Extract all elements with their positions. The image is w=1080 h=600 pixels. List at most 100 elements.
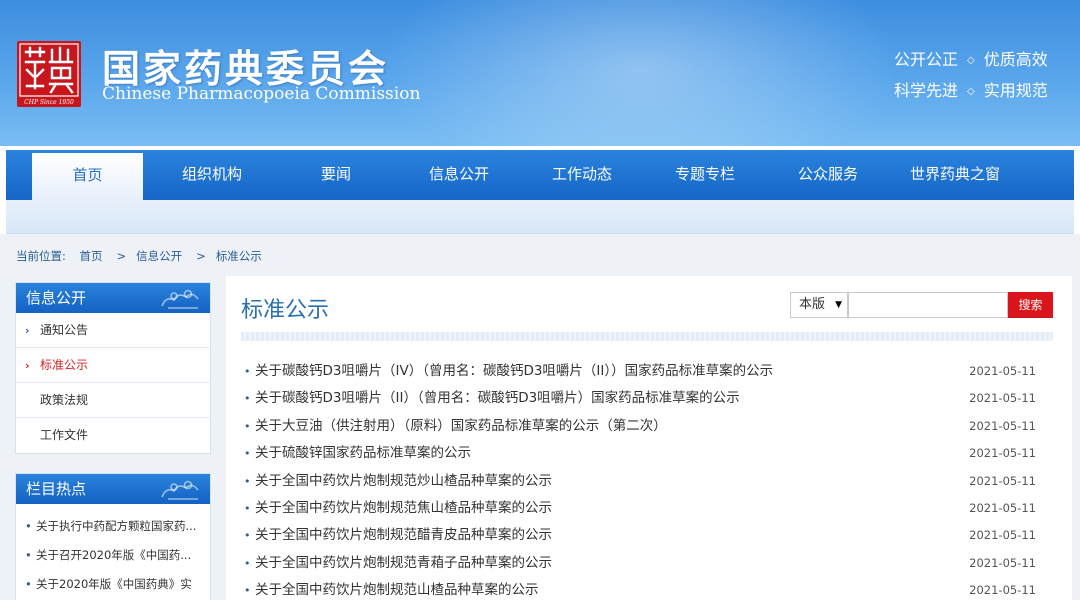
nav-bar: 首页 组织机构 要闻 信息公开 工作动态 专题专栏 公众服务 世界药典之窗 <box>6 150 1074 200</box>
bullet-icon: • <box>25 519 32 533</box>
sidebar-item-work-documents[interactable]: 工作文件 <box>16 418 210 453</box>
sidebar-item-standard-notices[interactable]: › 标准公示 <box>16 348 210 383</box>
notice-link[interactable]: 关于大豆油（供注射用）（原料）国家药品标准草案的公示（第二次） <box>255 418 667 434</box>
breadcrumb-home[interactable]: 首页 <box>80 249 103 263</box>
breadcrumb-separator: > <box>116 249 127 263</box>
hot-topic-text: 关于执行中药配方颗粒国家药... <box>36 519 197 533</box>
motto-text: 优质高效 <box>983 50 1048 69</box>
notice-date: 2021-05-11 <box>969 555 1036 570</box>
breadcrumb-label: 当前位置: <box>16 249 66 263</box>
nav-item-special-topics[interactable]: 专题专栏 <box>651 150 759 200</box>
bullet-icon: • <box>244 529 251 543</box>
notice-link[interactable]: 关于碳酸钙D3咀嚼片（IV）（曾用名：碳酸钙D3咀嚼片（II））国家药品标准草案… <box>255 363 773 379</box>
list-item: • 关于大豆油（供注射用）（原料）国家药品标准草案的公示（第二次） 2021-05-… <box>241 413 1053 440</box>
notice-link[interactable]: 关于全国中药饮片炮制规范炒山楂品种草案的公示 <box>255 473 552 489</box>
sidebar-item-label: 政策法规 <box>40 393 89 407</box>
nav-item-home[interactable]: 首页 <box>32 153 143 200</box>
list-item: • 关于硫酸锌国家药品标准草案的公示 2021-05-11 <box>241 440 1053 467</box>
notice-date: 2021-05-11 <box>969 473 1036 488</box>
sidebar-item-policies[interactable]: 政策法规 <box>16 383 210 418</box>
cloud-ornament-icon <box>161 480 199 500</box>
site-subtitle: Chinese Pharmacopoeia Commission <box>102 84 421 104</box>
list-item: • 关于全国中药饮片炮制规范焦山楂品种草案的公示 2021-05-11 <box>241 495 1053 522</box>
hot-topic-item[interactable]: • 关于2020年版《中国药典》实 <box>16 570 210 599</box>
list-item: • 关于全国中药饮片炮制规范山楂品种草案的公示 2021-05-11 <box>241 577 1053 600</box>
search-button[interactable]: 搜索 <box>1008 292 1053 318</box>
sidebar-heading: 信息公开 <box>16 283 210 313</box>
notice-list: • 关于碳酸钙D3咀嚼片（IV）（曾用名：碳酸钙D3咀嚼片（II））国家药品标准草… <box>241 358 1053 600</box>
diamond-icon: ◇ <box>967 55 975 66</box>
page-title: 标准公示 <box>241 298 330 323</box>
notice-date: 2021-05-11 <box>969 364 1036 378</box>
pharmacopoeia-seal-logo[interactable]: CHP Since 1950 <box>16 40 82 108</box>
sidebar-item-label: 工作文件 <box>40 428 89 442</box>
cloud-ornament-icon <box>161 289 199 309</box>
sidebar-heading: 栏目热点 <box>16 474 210 504</box>
nav-item-work-updates[interactable]: 工作动态 <box>528 150 636 200</box>
nav-item-world-pharmacopoeia[interactable]: 世界药典之窗 <box>890 150 1020 200</box>
list-item: • 关于碳酸钙D3咀嚼片（IV）（曾用名：碳酸钙D3咀嚼片（II））国家药品标准草… <box>241 358 1053 385</box>
breadcrumb-separator: > <box>196 249 206 263</box>
list-item: • 关于全国中药饮片炮制规范青葙子品种草案的公示 2021-05-11 <box>241 550 1053 577</box>
bullet-icon: • <box>244 474 251 488</box>
notice-date: 2021-05-11 <box>969 418 1036 433</box>
bullet-icon: • <box>244 556 251 570</box>
list-item: • 关于全国中药饮片炮制规范炒山楂品种草案的公示 2021-05-11 <box>241 468 1053 495</box>
notice-link[interactable]: 关于全国中药饮片炮制规范山楂品种草案的公示 <box>255 582 539 598</box>
hot-topic-text: 关于2020年版《中国药典》实 <box>36 577 192 591</box>
nav-item-news[interactable]: 要闻 <box>282 150 390 200</box>
notice-date: 2021-05-11 <box>969 391 1036 406</box>
diamond-icon: ◇ <box>967 86 975 97</box>
bullet-icon: • <box>244 501 251 515</box>
sidebar-info-disclosure: 信息公开 › 通知公告 › 标准公示 政策法规 工作文件 <box>15 282 211 454</box>
breadcrumb: 当前位置: 首页 > 信息公开 > 标准公示 <box>16 248 272 264</box>
hot-topics-list: • 关于执行中药配方颗粒国家药... • 关于召开2020年版《中国药... • 关于… <box>16 504 210 599</box>
notice-link[interactable]: 关于全国中药饮片炮制规范焦山楂品种草案的公示 <box>255 500 552 516</box>
nav-item-info-disclosure[interactable]: 信息公开 <box>405 150 513 200</box>
svg-text:CHP Since 1950: CHP Since 1950 <box>24 99 74 106</box>
search-scope-value: 本版 <box>799 297 826 312</box>
notice-date: 2021-05-11 <box>969 528 1036 543</box>
header-glow <box>380 0 900 146</box>
nav-item-organization[interactable]: 组织机构 <box>158 150 266 200</box>
sidebar-item-label: 标准公示 <box>40 358 89 372</box>
title-divider <box>241 332 1053 341</box>
main-navigation: 首页 组织机构 要闻 信息公开 工作动态 专题专栏 公众服务 世界药典之窗 <box>0 146 1080 234</box>
list-item: • 关于全国中药饮片炮制规范醋青皮品种草案的公示 2021-05-11 <box>241 522 1053 549</box>
notice-link[interactable]: 关于全国中药饮片炮制规范醋青皮品种草案的公示 <box>255 527 552 543</box>
notice-date: 2021-05-11 <box>969 446 1036 461</box>
bullet-icon: • <box>244 365 251 378</box>
notice-date: 2021-05-11 <box>969 583 1036 598</box>
motto-row-1: 公开公正 ◇ 优质高效 <box>894 46 1048 70</box>
chevron-right-icon: › <box>25 359 30 372</box>
bullet-icon: • <box>244 392 251 406</box>
caret-down-icon: ▼ <box>835 300 842 310</box>
sidebar-heading-text: 信息公开 <box>26 289 87 307</box>
sub-navigation-bar <box>6 200 1074 234</box>
bullet-icon: • <box>244 447 251 461</box>
bullet-icon: • <box>25 548 32 562</box>
list-item: • 关于碳酸钙D3咀嚼片（II）（曾用名：碳酸钙D3咀嚼片）国家药品标准草案的公示… <box>241 385 1053 412</box>
breadcrumb-info-disclosure[interactable]: 信息公开 <box>136 249 182 263</box>
bullet-icon: • <box>244 584 251 598</box>
motto-row-2: 科学先进 ◇ 实用规范 <box>894 77 1048 101</box>
motto-text: 实用规范 <box>983 81 1048 100</box>
chevron-right-icon: › <box>25 324 30 337</box>
sidebar-item-notices[interactable]: › 通知公告 <box>16 313 210 348</box>
hot-topic-item[interactable]: • 关于执行中药配方颗粒国家药... <box>16 512 210 541</box>
sidebar-item-label: 通知公告 <box>40 323 89 337</box>
hot-topic-item[interactable]: • 关于召开2020年版《中国药... <box>16 541 210 570</box>
notice-link[interactable]: 关于碳酸钙D3咀嚼片（II）（曾用名：碳酸钙D3咀嚼片）国家药品标准草案的公示 <box>255 390 740 406</box>
content-panel: 标准公示 本版 ▼ 搜索 • 关于碳酸钙D3咀嚼片（IV）（曾用名：碳酸钙D3咀嚼… <box>226 276 1072 600</box>
search-scope-select[interactable]: 本版 ▼ <box>790 292 848 318</box>
breadcrumb-current[interactable]: 标准公示 <box>216 249 262 263</box>
nav-item-public-services[interactable]: 公众服务 <box>774 150 882 200</box>
sidebar-hot-topics: 栏目热点 • 关于执行中药配方颗粒国家药... • 关于召开2020年版《中国药..… <box>15 473 211 600</box>
bullet-icon: • <box>25 577 32 591</box>
hot-topic-text: 关于召开2020年版《中国药... <box>36 548 192 562</box>
motto-text: 科学先进 <box>894 81 959 100</box>
notice-link[interactable]: 关于硫酸锌国家药品标准草案的公示 <box>255 445 471 461</box>
site-header: CHP Since 1950 国家药典委员会 Chinese Pharmacop… <box>0 0 1080 146</box>
notice-link[interactable]: 关于全国中药饮片炮制规范青葙子品种草案的公示 <box>255 555 552 571</box>
search-input[interactable] <box>848 292 1008 318</box>
